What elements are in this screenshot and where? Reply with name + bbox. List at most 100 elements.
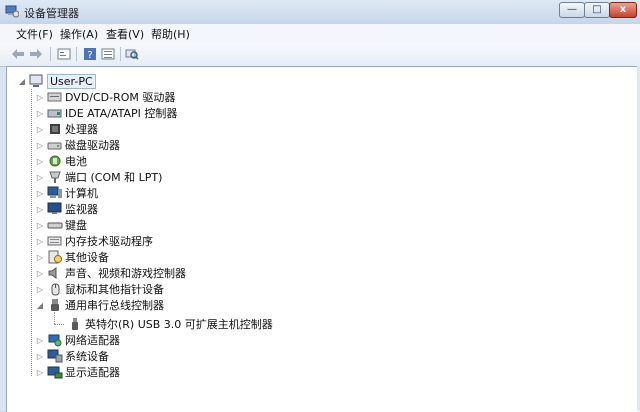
- tree-item[interactable]: ▷ 显示适配器: [35, 364, 120, 380]
- tree-item-label: 键盘: [65, 219, 87, 232]
- window-title: 设备管理器: [24, 7, 79, 20]
- display-adapter-icon: [47, 365, 63, 379]
- tree-connector: [54, 324, 64, 326]
- tree-item[interactable]: ▷ 其他设备: [35, 249, 109, 265]
- tree-item-label: 通用串行总线控制器: [65, 299, 164, 312]
- tree-item-expanded[interactable]: ◢ 通用串行总线控制器: [35, 297, 164, 313]
- tree-item[interactable]: ▷ 系统设备: [35, 348, 109, 364]
- tree-item[interactable]: ▷ DVD/CD-ROM 驱动器: [35, 89, 175, 105]
- forward-arrow-icon[interactable]: [28, 46, 44, 62]
- tree-connector: [54, 312, 56, 324]
- tree-root[interactable]: ◢ User-PC: [17, 73, 96, 89]
- menu-bar: 文件(F) 操作(A) 查看(V) 帮助(H): [0, 24, 640, 43]
- tree-item[interactable]: ▷ 键盘: [35, 217, 87, 233]
- expand-icon[interactable]: ▷: [35, 189, 45, 198]
- tree-item-label: IDE ATA/ATAPI 控制器: [65, 107, 178, 120]
- scan-hardware-icon[interactable]: [124, 46, 140, 62]
- tree-item[interactable]: ▷ 磁盘驱动器: [35, 137, 120, 153]
- tree-item[interactable]: ▷ 处理器: [35, 121, 98, 137]
- toolbar-separator: [76, 47, 77, 61]
- battery-icon: [47, 154, 63, 168]
- close-button[interactable]: x: [609, 2, 637, 18]
- expand-icon[interactable]: ▷: [35, 141, 45, 150]
- minimize-button[interactable]: —: [559, 2, 585, 18]
- expand-icon[interactable]: ▷: [35, 336, 45, 345]
- expand-icon[interactable]: ▷: [35, 285, 45, 294]
- expand-icon[interactable]: ▷: [35, 221, 45, 230]
- tree-item-label: 处理器: [65, 123, 98, 136]
- device-manager-icon: [5, 4, 20, 18]
- tree-item[interactable]: ▷ 计算机: [35, 185, 98, 201]
- expand-icon[interactable]: ▷: [35, 109, 45, 118]
- mouse-icon: [47, 282, 63, 296]
- menu-view[interactable]: 查看(V): [106, 26, 144, 42]
- tree-item-label: DVD/CD-ROM 驱动器: [65, 91, 176, 104]
- tree-connector: [31, 89, 33, 376]
- ide-controller-icon: [47, 106, 63, 120]
- sound-icon: [47, 266, 63, 280]
- tree-item[interactable]: ▷ 内存技术驱动程序: [35, 233, 153, 249]
- expand-icon[interactable]: ▷: [35, 253, 45, 262]
- computer-icon: [29, 74, 45, 88]
- help-icon[interactable]: ?: [82, 46, 98, 62]
- expand-icon[interactable]: ▷: [35, 237, 45, 246]
- expand-icon[interactable]: ▷: [35, 205, 45, 214]
- disk-drive-icon: [47, 138, 63, 152]
- tree-item-label: 电池: [65, 155, 87, 168]
- tree-item[interactable]: ▷ 端口 (COM 和 LPT): [35, 169, 162, 185]
- menu-file[interactable]: 文件(F): [16, 26, 53, 42]
- processor-icon: [47, 122, 63, 136]
- menu-help[interactable]: 帮助(H): [151, 26, 190, 42]
- toolbar: ?: [0, 42, 640, 67]
- expand-icon[interactable]: ▷: [35, 269, 45, 278]
- computer-icon: [47, 186, 63, 200]
- system-device-icon: [47, 349, 63, 363]
- tree-item-label: 计算机: [65, 187, 98, 200]
- tree-item[interactable]: ▷ IDE ATA/ATAPI 控制器: [35, 105, 177, 121]
- tree-item-label: 网络适配器: [65, 334, 120, 347]
- monitor-icon: [47, 202, 63, 216]
- tree-item-label: 声音、视频和游戏控制器: [65, 267, 186, 280]
- tree-item[interactable]: ▷ 监视器: [35, 201, 98, 217]
- list-view-icon[interactable]: [100, 46, 116, 62]
- usb-icon: [47, 298, 63, 312]
- port-icon: [47, 170, 63, 184]
- tree-item-label: 内存技术驱动程序: [65, 235, 153, 248]
- title-bar[interactable]: 设备管理器 — □ x: [0, 0, 640, 24]
- tree-root-label: User-PC: [47, 73, 96, 89]
- expand-icon[interactable]: ▷: [35, 125, 45, 134]
- device-manager-window: 设备管理器 — □ x 文件(F) 操作(A) 查看(V) 帮助(H) ? ◢ …: [0, 0, 640, 412]
- expand-icon[interactable]: ▷: [35, 352, 45, 361]
- network-icon: [47, 333, 63, 347]
- collapse-icon[interactable]: ◢: [17, 77, 27, 86]
- tree-item-label: 鼠标和其他指针设备: [65, 283, 164, 296]
- expand-icon[interactable]: ▷: [35, 157, 45, 166]
- tree-item[interactable]: ▷ 电池: [35, 153, 87, 169]
- tree-item[interactable]: ▷ 声音、视频和游戏控制器: [35, 265, 186, 281]
- svg-text:?: ?: [87, 50, 92, 61]
- unknown-device-icon: [47, 250, 63, 264]
- tree-item-label: 显示适配器: [65, 366, 120, 379]
- toolbar-separator: [120, 47, 121, 61]
- device-tree: ◢ User-PC ▷ DVD/CD-ROM 驱动器 ▷ IDE ATA/ATA…: [6, 66, 640, 412]
- collapse-icon[interactable]: ◢: [35, 301, 45, 310]
- memory-icon: [47, 234, 63, 248]
- tree-child-item[interactable]: 英特尔(R) USB 3.0 可扩展主机控制器: [65, 316, 273, 332]
- expand-icon[interactable]: ▷: [35, 368, 45, 377]
- expand-icon[interactable]: ▷: [35, 93, 45, 102]
- properties-icon[interactable]: [56, 46, 72, 62]
- menu-action[interactable]: 操作(A): [60, 26, 98, 42]
- tree-item-label: 其他设备: [65, 251, 109, 264]
- maximize-button[interactable]: □: [584, 2, 610, 18]
- expand-icon[interactable]: ▷: [35, 173, 45, 182]
- cdrom-icon: [47, 90, 63, 104]
- tree-item-label: 磁盘驱动器: [65, 139, 120, 152]
- back-arrow-icon[interactable]: [10, 46, 26, 62]
- usb-device-icon: [67, 317, 83, 331]
- tree-item-label: 端口 (COM 和 LPT): [65, 171, 163, 184]
- toolbar-separator: [50, 47, 51, 61]
- tree-item[interactable]: ▷ 鼠标和其他指针设备: [35, 281, 164, 297]
- tree-item-label: 监视器: [65, 203, 98, 216]
- tree-item-label: 英特尔(R) USB 3.0 可扩展主机控制器: [85, 318, 273, 331]
- tree-item[interactable]: ▷ 网络适配器: [35, 332, 120, 348]
